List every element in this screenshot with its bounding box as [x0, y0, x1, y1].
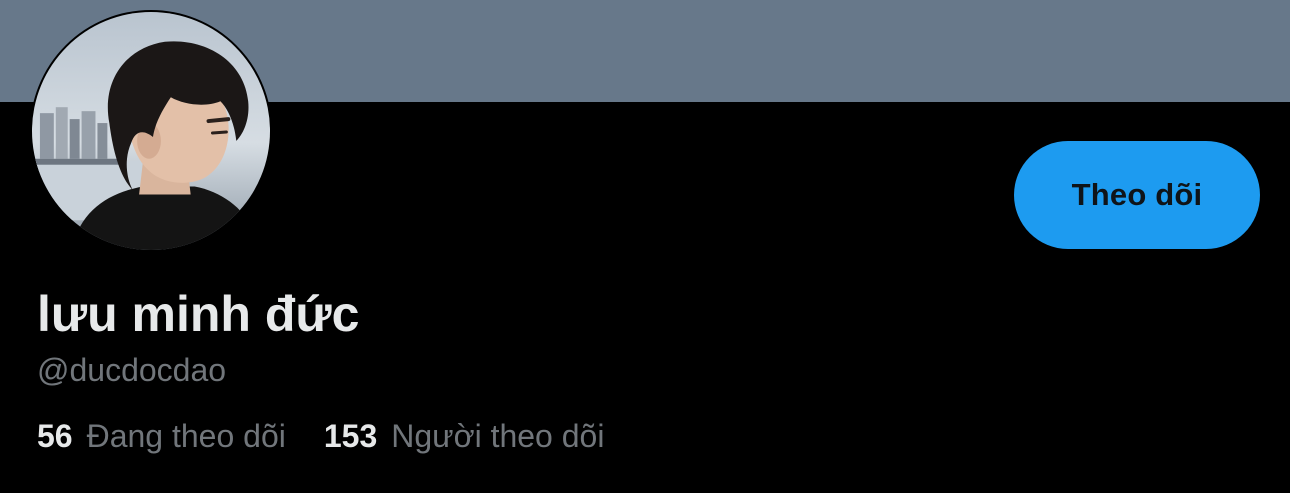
following-link[interactable]: 56 Đang theo dõi	[37, 416, 286, 456]
follow-button[interactable]: Theo dõi	[1014, 141, 1260, 249]
followers-link[interactable]: 153 Người theo dõi	[324, 416, 605, 456]
avatar[interactable]	[30, 10, 272, 252]
followers-label: Người theo dõi	[391, 418, 605, 454]
avatar-image	[32, 12, 270, 250]
following-count: 56	[37, 418, 73, 454]
following-label: Đang theo dõi	[86, 418, 286, 454]
display-name: lưu minh đức	[37, 286, 360, 342]
user-handle: @ducdocdao	[37, 352, 227, 388]
followers-count: 153	[323, 418, 378, 454]
follow-stats: 56 Đang theo dõi 153 Người theo dõi	[37, 416, 604, 456]
